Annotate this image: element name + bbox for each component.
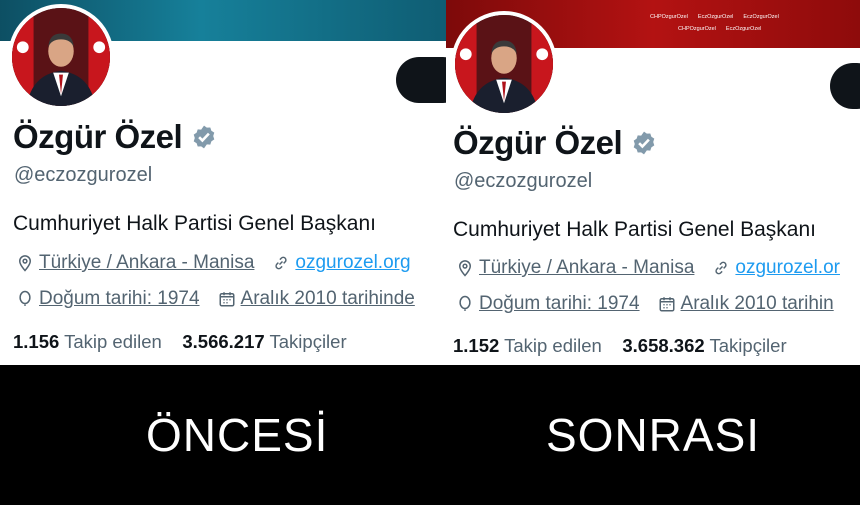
profile-meta-row: Doğum tarihi: 1974 Aralık 2010 tarihin	[456, 293, 834, 315]
profile-name: Özgür Özel	[13, 118, 217, 156]
followers-link[interactable]: 3.566.217 Takipçiler	[182, 331, 346, 352]
link-icon	[275, 256, 288, 270]
balloon-icon	[459, 295, 471, 311]
banner-socials-row-1: CHPOzgurOzel EczOzgurOzel EczOzgurOzel	[650, 14, 779, 20]
profile-name: Özgür Özel	[453, 124, 657, 162]
avatar[interactable]	[8, 4, 114, 110]
banner-socials-row-2: CHPOzgurOzel EczOzgurOzel	[678, 26, 762, 32]
birth-date: Doğum tarihi: 1974	[39, 288, 200, 309]
profile-before-panel: Özgür Özel @eczozgurozel Cumhuriyet Halk…	[0, 0, 446, 365]
following-link[interactable]: 1.156 Takip edilen	[13, 331, 162, 352]
join-date: Aralık 2010 tarihin	[680, 293, 834, 314]
profile-handle: @eczozgurozel	[14, 164, 153, 186]
balloon-icon	[19, 290, 31, 306]
website-link[interactable]: ozgurozel.org	[295, 252, 410, 274]
profile-bio: Cumhuriyet Halk Partisi Genel Başkanı	[13, 212, 376, 235]
calendar-icon	[219, 292, 235, 307]
location-pin-icon	[18, 255, 32, 272]
follow-button[interactable]	[830, 63, 860, 109]
verified-badge-icon	[633, 131, 655, 155]
location-link[interactable]: Türkiye / Ankara - Manisa	[39, 252, 254, 274]
birth-date: Doğum tarihi: 1974	[479, 293, 640, 314]
profile-meta-row: Doğum tarihi: 1974 Aralık 2010 tarihinde	[16, 288, 415, 310]
followers-link[interactable]: 3.658.362 Takipçiler	[622, 335, 786, 356]
follow-stats: 1.152 Takip edilen 3.658.362 Takipçiler	[453, 335, 787, 357]
location-link[interactable]: Türkiye / Ankara - Manisa	[479, 257, 694, 279]
calendar-icon	[659, 297, 675, 312]
caption-before: ÖNCESİ	[146, 409, 329, 461]
join-date: Aralık 2010 tarihinde	[240, 288, 415, 309]
follow-button[interactable]	[396, 57, 446, 103]
location-pin-icon	[458, 260, 472, 277]
verified-badge-icon	[193, 125, 215, 149]
link-icon	[715, 261, 728, 275]
profile-bio: Cumhuriyet Halk Partisi Genel Başkanı	[453, 218, 816, 241]
profile-after-panel: CHPOzgurOzel EczOzgurOzel EczOzgurOzel CHP…	[446, 0, 860, 365]
follow-stats: 1.156 Takip edilen 3.566.217 Takipçiler	[13, 331, 347, 353]
profile-meta-row: Türkiye / Ankara - Manisa ozgurozel.org	[16, 252, 411, 274]
website-link[interactable]: ozgurozel.or	[735, 257, 840, 279]
avatar[interactable]	[451, 11, 557, 117]
following-link[interactable]: 1.152 Takip edilen	[453, 335, 602, 356]
profile-handle: @eczozgurozel	[454, 170, 593, 192]
caption-after: SONRASI	[546, 409, 761, 461]
profile-meta-row: Türkiye / Ankara - Manisa ozgurozel.or	[456, 257, 840, 279]
